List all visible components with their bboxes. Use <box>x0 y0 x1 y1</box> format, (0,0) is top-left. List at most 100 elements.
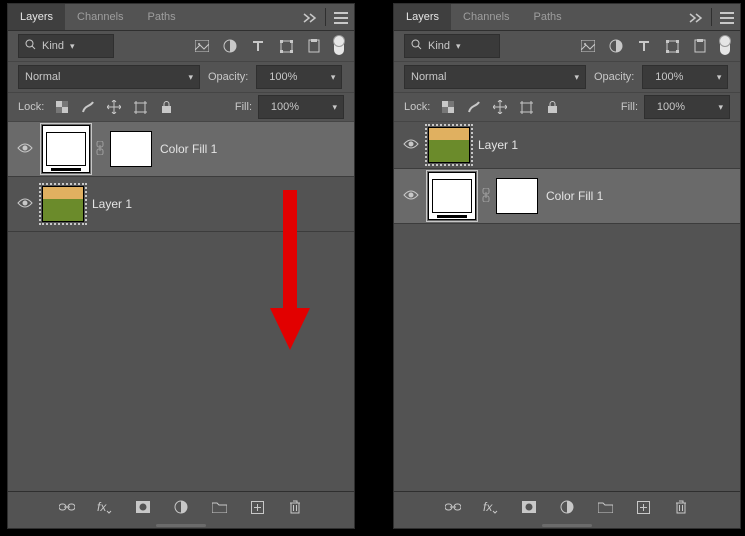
lock-paint-icon[interactable] <box>466 99 482 115</box>
layer-1[interactable]: Layer 1 <box>394 122 740 169</box>
filter-shape-icon[interactable] <box>664 38 680 54</box>
layer-color-fill-1[interactable]: Color Fill 1 <box>8 122 354 177</box>
filter-kind-dropdown[interactable]: Kind ▾ <box>404 34 500 58</box>
link-mask-icon[interactable] <box>482 188 490 205</box>
collapse-icon[interactable] <box>297 4 323 30</box>
filter-adjustment-icon[interactable] <box>222 38 238 54</box>
resize-grip[interactable] <box>8 522 354 528</box>
blend-mode-dropdown[interactable]: Normal ▾ <box>18 65 200 89</box>
lock-transparent-icon[interactable] <box>54 99 70 115</box>
lock-all-icon[interactable] <box>158 99 174 115</box>
lock-position-icon[interactable] <box>492 99 508 115</box>
layer-thumbnail[interactable] <box>42 125 90 173</box>
filter-kind-label: Kind <box>42 40 64 52</box>
layer-style-icon[interactable]: fx <box>96 498 114 516</box>
new-layer-icon[interactable] <box>248 498 266 516</box>
link-mask-icon[interactable] <box>96 141 104 158</box>
chevron-down-icon: ▾ <box>303 102 337 113</box>
opacity-value: 100% <box>263 71 297 83</box>
filter-smart-icon[interactable] <box>306 38 322 54</box>
tab-layers[interactable]: Layers <box>394 4 451 30</box>
chevron-down-icon: ▾ <box>188 72 193 83</box>
tab-layers[interactable]: Layers <box>8 4 65 30</box>
layer-1[interactable]: Layer 1 <box>8 177 354 232</box>
blend-mode-value: Normal <box>25 71 60 83</box>
layer-color-fill-1[interactable]: Color Fill 1 <box>394 169 740 224</box>
fill-input[interactable]: 100% ▾ <box>644 95 730 119</box>
layer-thumbnail[interactable] <box>42 186 84 222</box>
add-mask-icon[interactable] <box>520 498 538 516</box>
layer-name: Color Fill 1 <box>546 189 603 203</box>
visibility-icon[interactable] <box>16 141 34 157</box>
blend-row: Normal ▾ Opacity: 100% ▾ <box>8 62 354 93</box>
lock-position-icon[interactable] <box>106 99 122 115</box>
filter-type-icon[interactable] <box>250 38 266 54</box>
link-layers-icon[interactable] <box>58 498 76 516</box>
filter-pixel-icon[interactable] <box>194 38 210 54</box>
layer-list: Color Fill 1 Layer 1 <box>8 122 354 491</box>
filter-toggle[interactable] <box>334 37 344 55</box>
opacity-label: Opacity: <box>208 71 248 83</box>
add-mask-icon[interactable] <box>134 498 152 516</box>
lock-artboard-icon[interactable] <box>518 99 534 115</box>
filter-kind-dropdown[interactable]: Kind ▾ <box>18 34 114 58</box>
fill-value: 100% <box>265 101 299 113</box>
layer-style-icon[interactable]: fx <box>482 498 500 516</box>
new-group-icon[interactable] <box>596 498 614 516</box>
filter-adjustment-icon[interactable] <box>608 38 624 54</box>
layer-mask-thumbnail[interactable] <box>110 131 152 167</box>
layers-toolbar: fx <box>394 491 740 522</box>
blend-row: Normal ▾ Opacity: 100% ▾ <box>394 62 740 93</box>
filter-pixel-icon[interactable] <box>580 38 596 54</box>
layer-name: Color Fill 1 <box>160 142 217 156</box>
layers-panel-after: Layers Channels Paths Kind ▾ <box>393 3 741 529</box>
lock-label: Lock: <box>404 101 430 113</box>
visibility-icon[interactable] <box>16 196 34 212</box>
panel-menu-icon[interactable] <box>328 4 354 30</box>
filter-kind-label: Kind <box>428 40 450 52</box>
new-group-icon[interactable] <box>210 498 228 516</box>
panel-tabs: Layers Channels Paths <box>394 4 740 31</box>
visibility-icon[interactable] <box>402 188 420 204</box>
opacity-input[interactable]: 100% ▾ <box>642 65 728 89</box>
chevron-down-icon: ▾ <box>574 72 579 83</box>
opacity-input[interactable]: 100% ▾ <box>256 65 342 89</box>
filter-type-icon[interactable] <box>636 38 652 54</box>
search-icon <box>25 39 36 53</box>
new-adjustment-icon[interactable] <box>172 498 190 516</box>
layer-thumbnail[interactable] <box>428 127 470 163</box>
lock-transparent-icon[interactable] <box>440 99 456 115</box>
layer-list: Layer 1 Color Fill 1 <box>394 122 740 491</box>
visibility-icon[interactable] <box>402 137 420 153</box>
panel-tabs: Layers Channels Paths <box>8 4 354 31</box>
fill-label: Fill: <box>621 101 638 113</box>
filter-smart-icon[interactable] <box>692 38 708 54</box>
fill-label: Fill: <box>235 101 252 113</box>
lock-all-icon[interactable] <box>544 99 560 115</box>
filter-toggle[interactable] <box>720 37 730 55</box>
new-layer-icon[interactable] <box>634 498 652 516</box>
filter-row: Kind ▾ <box>394 31 740 62</box>
new-adjustment-icon[interactable] <box>558 498 576 516</box>
chevron-down-icon: ▾ <box>456 41 461 52</box>
fill-input[interactable]: 100% ▾ <box>258 95 344 119</box>
layer-mask-thumbnail[interactable] <box>496 178 538 214</box>
link-layers-icon[interactable] <box>444 498 462 516</box>
lock-paint-icon[interactable] <box>80 99 96 115</box>
lock-artboard-icon[interactable] <box>132 99 148 115</box>
svg-text:fx: fx <box>97 500 107 514</box>
layers-toolbar: fx <box>8 491 354 522</box>
blend-mode-dropdown[interactable]: Normal ▾ <box>404 65 586 89</box>
tab-channels[interactable]: Channels <box>65 4 135 30</box>
tab-paths[interactable]: Paths <box>136 4 188 30</box>
resize-grip[interactable] <box>394 522 740 528</box>
panel-menu-icon[interactable] <box>714 4 740 30</box>
delete-layer-icon[interactable] <box>286 498 304 516</box>
layers-panel-before: Layers Channels Paths Kind ▾ <box>7 3 355 529</box>
tab-paths[interactable]: Paths <box>522 4 574 30</box>
tab-channels[interactable]: Channels <box>451 4 521 30</box>
collapse-icon[interactable] <box>683 4 709 30</box>
layer-thumbnail[interactable] <box>428 172 476 220</box>
filter-shape-icon[interactable] <box>278 38 294 54</box>
delete-layer-icon[interactable] <box>672 498 690 516</box>
